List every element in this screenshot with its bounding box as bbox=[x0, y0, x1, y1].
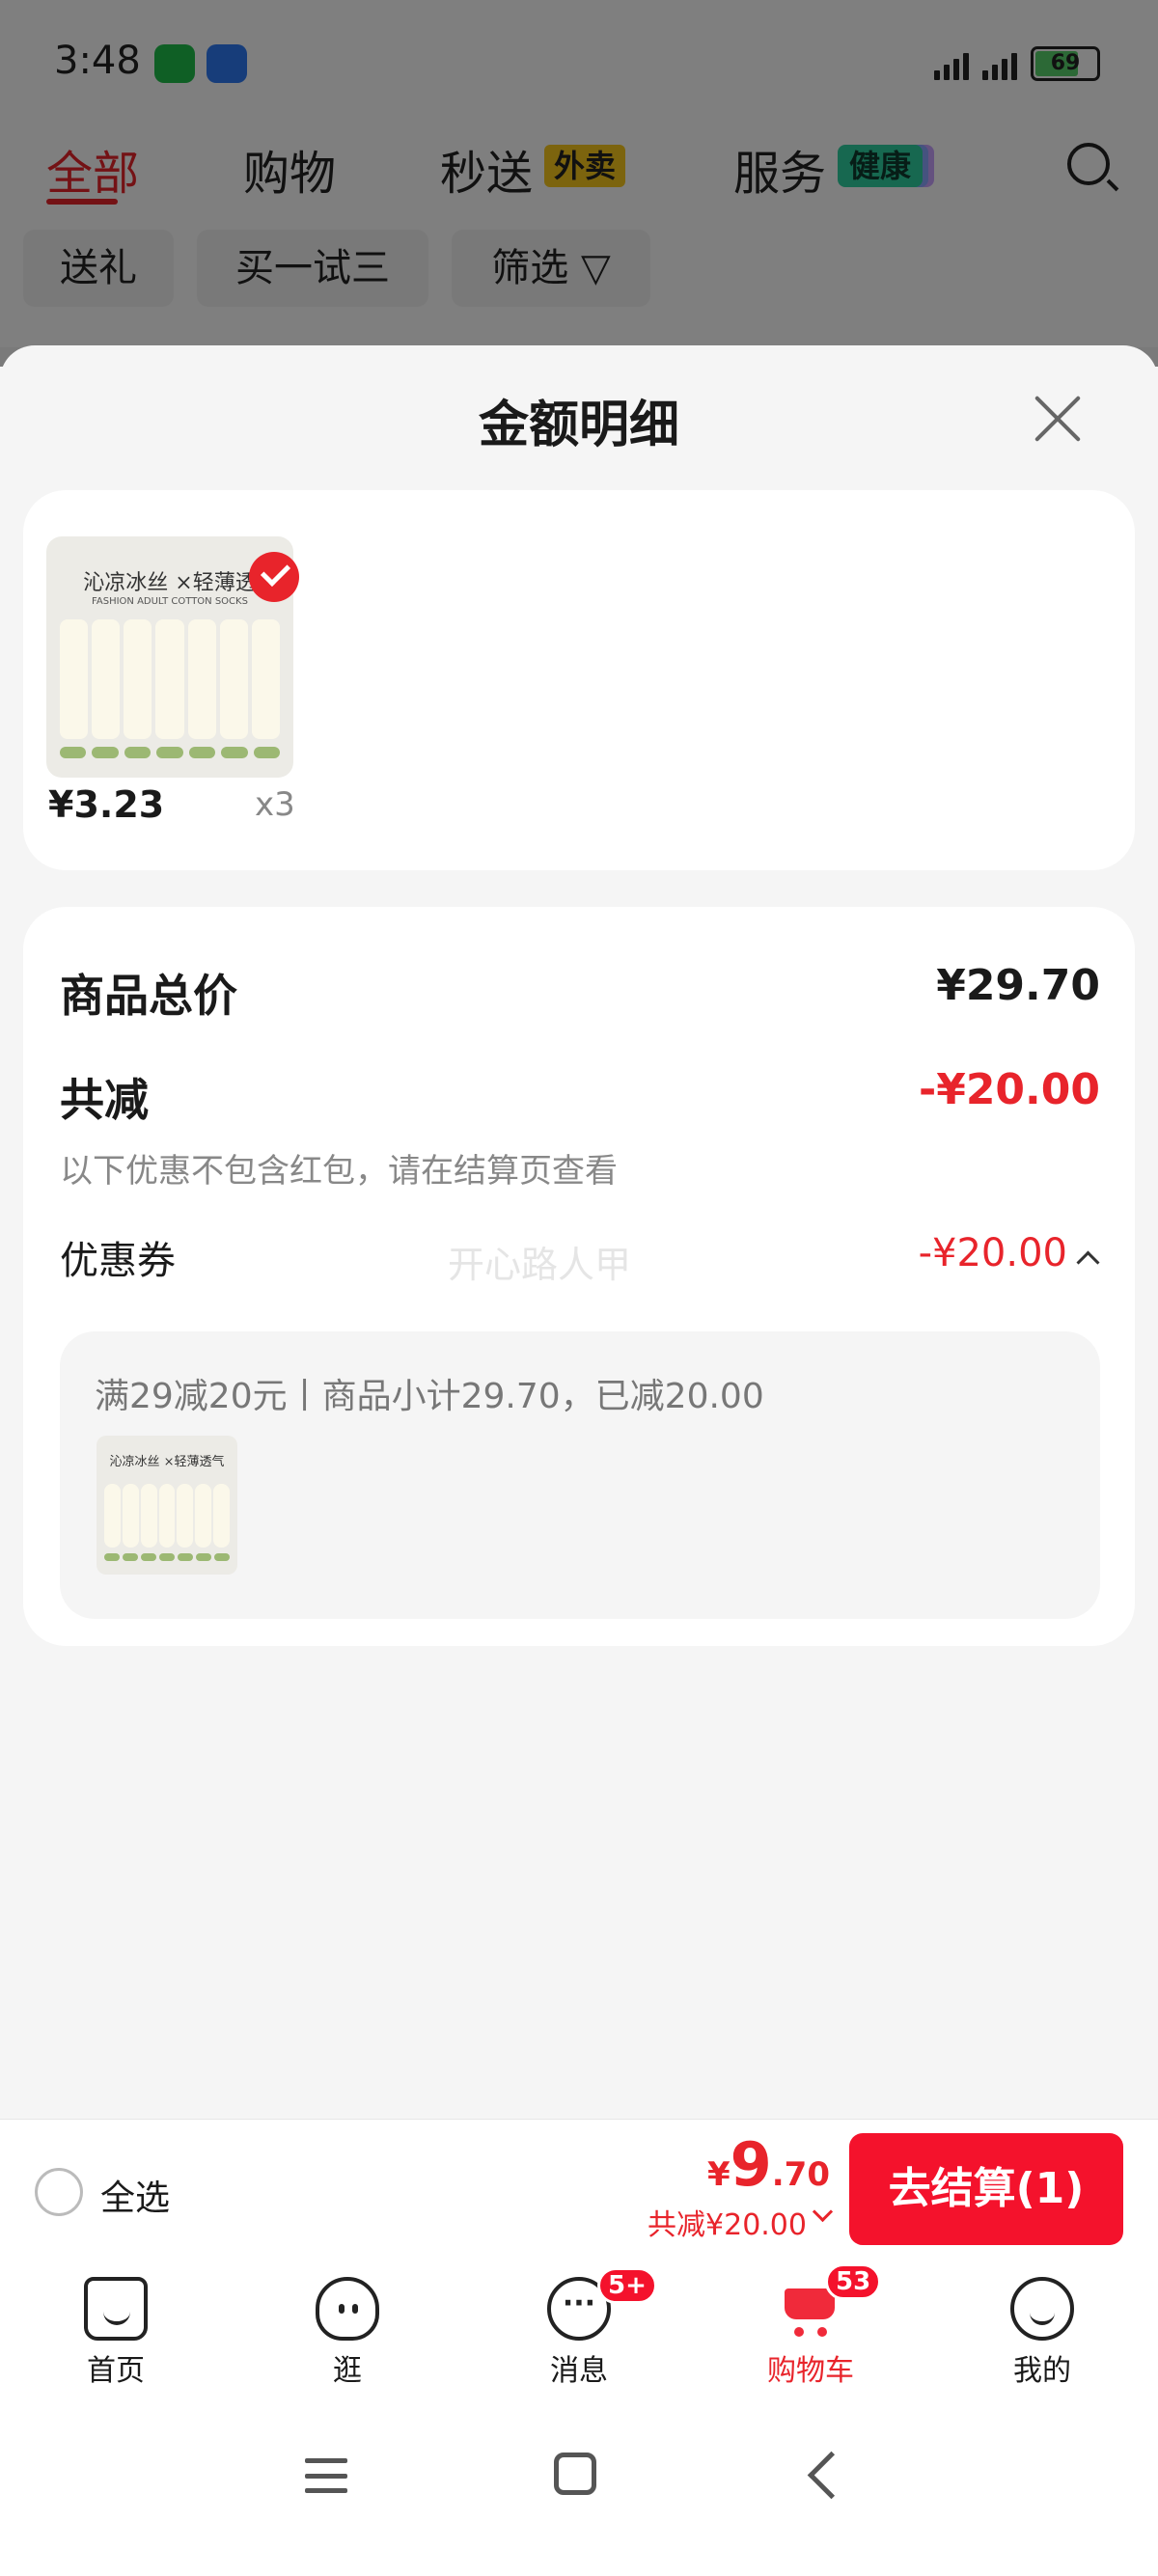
home-nav-icon[interactable] bbox=[554, 2453, 596, 2495]
thumbnail-text: 沁凉冰丝 ×轻薄透气 bbox=[109, 1455, 225, 1469]
chevron-down-icon[interactable] bbox=[812, 2201, 834, 2223]
tab-stroll[interactable]: 逛 bbox=[251, 2277, 444, 2389]
socks-illustration bbox=[60, 619, 280, 739]
thumbnail-tags bbox=[104, 1553, 230, 1561]
menu-icon[interactable] bbox=[305, 2458, 347, 2493]
discount-note: 以下优惠不包含红包，请在结算页查看 bbox=[60, 1152, 618, 1191]
product-price: ¥3.23 bbox=[48, 783, 165, 826]
summary-card: 商品总价 ¥29.70 共减 -¥20.00 以下优惠不包含红包，请在结算页查看… bbox=[23, 907, 1135, 1646]
sheet-title: 金额明细 bbox=[478, 397, 679, 454]
tab-cart-label: 购物车 bbox=[767, 2354, 854, 2388]
coupon-detail-panel: 满29减20元丨商品小计29.70，已减20.00 沁凉冰丝 ×轻薄透气 bbox=[60, 1331, 1100, 1619]
cart-badge: 53 bbox=[825, 2263, 882, 2300]
tab-home[interactable]: 首页 bbox=[19, 2277, 212, 2389]
message-icon: 5+ bbox=[547, 2267, 657, 2341]
product-quantity: x3 bbox=[255, 785, 295, 824]
profile-icon bbox=[1010, 2277, 1074, 2341]
message-badge: 5+ bbox=[597, 2267, 657, 2304]
total-discount[interactable]: 共减¥20.00 bbox=[648, 2201, 807, 2243]
coupon-value[interactable]: -¥20.00 bbox=[919, 1231, 1067, 1275]
total-value: ¥29.70 bbox=[936, 961, 1100, 1010]
socks-tags bbox=[60, 747, 280, 758]
tab-home-label: 首页 bbox=[87, 2354, 145, 2388]
checkout-bar: 全选 ¥9.70 共减¥20.00 去结算(1) bbox=[0, 2119, 1158, 2261]
select-all-radio[interactable] bbox=[35, 2168, 83, 2216]
discount-value: -¥20.00 bbox=[918, 1065, 1100, 1114]
select-all-label[interactable]: 全选 bbox=[100, 2170, 170, 2220]
amount-detail-sheet: 金额明细 沁凉冰丝 ×轻薄透 FASHION ADULT COTTON SOCK… bbox=[0, 345, 1158, 2119]
back-icon[interactable] bbox=[807, 2451, 856, 2500]
tab-cart[interactable]: 53 购物车 bbox=[714, 2263, 907, 2389]
checkout-button[interactable]: 去结算(1) bbox=[849, 2133, 1123, 2245]
watermark-text: 开心路人甲 bbox=[448, 1244, 632, 1286]
chevron-up-icon[interactable] bbox=[1076, 1250, 1100, 1274]
thumbnail-socks bbox=[104, 1484, 231, 1548]
discount-label: 共减 bbox=[60, 1074, 149, 1126]
product-card: 沁凉冰丝 ×轻薄透 FASHION ADULT COTTON SOCKS ¥3.… bbox=[23, 490, 1135, 870]
coupon-description: 满29减20元丨商品小计29.70，已减20.00 bbox=[95, 1377, 764, 1416]
system-nav-bar bbox=[0, 2404, 1158, 2576]
tab-me[interactable]: 我的 bbox=[946, 2277, 1139, 2389]
tab-stroll-label: 逛 bbox=[333, 2354, 362, 2388]
tab-messages-label: 消息 bbox=[550, 2354, 608, 2388]
tab-messages[interactable]: 5+ 消息 bbox=[482, 2267, 676, 2389]
total-price: ¥9.70 bbox=[706, 2129, 830, 2200]
bottom-tab-bar: 首页 逛 5+ 消息 53 购物车 我的 bbox=[0, 2260, 1158, 2404]
dim-overlay[interactable] bbox=[0, 0, 1158, 367]
home-icon bbox=[84, 2277, 148, 2341]
tab-me-label: 我的 bbox=[1013, 2354, 1071, 2388]
coupon-label: 优惠券 bbox=[60, 1239, 176, 1283]
coupon-product-thumbnail: 沁凉冰丝 ×轻薄透气 bbox=[96, 1436, 237, 1575]
cart-icon: 53 bbox=[779, 2263, 882, 2341]
product-image-subtext: FASHION ADULT COTTON SOCKS bbox=[92, 596, 248, 607]
selected-check-icon[interactable] bbox=[249, 552, 299, 602]
total-label: 商品总价 bbox=[60, 970, 237, 1022]
stroll-icon bbox=[316, 2277, 379, 2341]
close-icon[interactable] bbox=[1031, 392, 1085, 446]
